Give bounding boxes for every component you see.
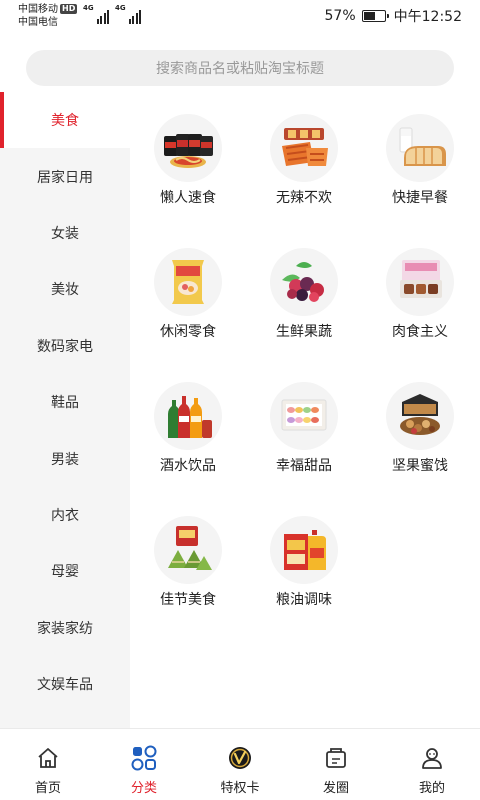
category-item[interactable]: 生鲜果蔬 — [246, 248, 362, 342]
category-item[interactable]: 坚果蜜饯 — [362, 382, 478, 476]
category-label: 肉食主义 — [392, 324, 448, 340]
network-type-2: 4G — [115, 4, 126, 12]
category-label: 无辣不欢 — [276, 190, 332, 206]
app-root: 中国移动 HD 中国电信 4G 4G 57% 中午12:52 搜索商品名或粘贴淘宝… — [0, 0, 480, 800]
category-label: 懒人速食 — [160, 190, 216, 206]
subcategory-grid: 懒人速食 无辣不欢 快捷早餐 休闲零食 生鲜果蔬 肉食主义 酒水饮品 幸福甜品 … — [130, 114, 480, 610]
sidebar-item[interactable]: 居家日用 — [0, 148, 130, 204]
zongzi-icon — [154, 516, 222, 584]
berries-icon — [270, 248, 338, 316]
battery-percent: 57% — [324, 8, 356, 24]
sidebar-item-label: 男装 — [51, 451, 79, 468]
category-item[interactable]: 快捷早餐 — [362, 114, 478, 208]
tab-category-grid[interactable]: 分类 — [96, 729, 192, 800]
category-label: 幸福甜品 — [276, 458, 332, 474]
tab-label: 首页 — [34, 781, 61, 796]
signal-icon: 4G — [83, 4, 109, 24]
sidebar-item[interactable]: 文娱车品 — [0, 656, 130, 712]
tab-vip-card[interactable]: 特权卡 — [192, 729, 288, 800]
category-item[interactable]: 休闲零食 — [130, 248, 246, 342]
sidebar-item-label: 文娱车品 — [37, 677, 93, 694]
bread-milk-icon — [386, 114, 454, 182]
category-label: 粮油调味 — [276, 592, 332, 608]
sidebar-item[interactable]: 男装 — [0, 430, 130, 486]
bottom-tab-bar: 首页 分类 特权卡 发圈 我的 — [0, 728, 480, 800]
category-label: 生鲜果蔬 — [276, 324, 332, 340]
sidebar-item-label: 美妆 — [51, 282, 79, 299]
category-item[interactable]: 懒人速食 — [130, 114, 246, 208]
category-label: 坚果蜜饯 — [392, 458, 448, 474]
home-icon — [35, 745, 61, 771]
nut-gift-box-icon — [386, 382, 454, 450]
category-item[interactable]: 肉食主义 — [362, 248, 478, 342]
category-label: 休闲零食 — [160, 324, 216, 340]
sidebar-item-label: 美食 — [51, 113, 79, 130]
status-bar: 中国移动 HD 中国电信 4G 4G 57% 中午12:52 — [0, 0, 480, 32]
battery-icon — [361, 10, 389, 22]
category-item[interactable]: 佳节美食 — [130, 516, 246, 610]
signal-indicators: 4G 4G — [83, 4, 141, 24]
status-right: 57% 中午12:52 — [325, 6, 462, 26]
snack-bag-icon — [154, 248, 222, 316]
tab-share-circle[interactable]: 发圈 — [288, 729, 384, 800]
macaron-box-icon — [270, 382, 338, 450]
tab-home[interactable]: 首页 — [0, 729, 96, 800]
rice-oil-icon — [270, 516, 338, 584]
spicy-snack-icon — [270, 114, 338, 182]
sidebar-item-label: 女装 — [51, 225, 79, 242]
tab-label: 分类 — [130, 781, 157, 796]
tab-label: 发圈 — [322, 781, 349, 796]
sidebar-item-label: 鞋品 — [51, 395, 79, 412]
sidebar-item[interactable]: 美食 — [0, 92, 130, 149]
carrier-1: 中国移动 — [18, 4, 58, 15]
sidebar-item-label: 居家日用 — [37, 169, 93, 186]
sidebar-item[interactable]: 家装家纺 — [0, 600, 130, 656]
profile-icon — [419, 745, 445, 771]
sidebar-item-label: 内衣 — [51, 507, 79, 524]
share-circle-icon — [323, 745, 349, 771]
sidebar-item[interactable]: 母婴 — [0, 543, 130, 599]
battery-fill — [363, 12, 376, 20]
category-item[interactable]: 无辣不欢 — [246, 114, 362, 208]
drink-bottles-icon — [154, 382, 222, 450]
instant-noodles-icon — [154, 114, 222, 182]
tab-label: 我的 — [418, 781, 445, 796]
network-type-1: 4G — [83, 4, 94, 12]
sidebar-item[interactable]: 鞋品 — [0, 374, 130, 430]
hd-badge: HD — [60, 4, 78, 14]
sidebar-item[interactable]: 美妆 — [0, 261, 130, 317]
tab-profile[interactable]: 我的 — [384, 729, 480, 800]
category-label: 快捷早餐 — [392, 190, 448, 206]
clock: 中午12:52 — [393, 9, 462, 25]
subcategory-panel: 懒人速食 无辣不欢 快捷早餐 休闲零食 生鲜果蔬 肉食主义 酒水饮品 幸福甜品 … — [130, 92, 480, 728]
category-label: 酒水饮品 — [160, 458, 216, 474]
sidebar-item[interactable]: 数码家电 — [0, 318, 130, 374]
sidebar-item-label: 数码家电 — [37, 338, 93, 355]
category-sidebar: 美食居家日用女装美妆数码家电鞋品男装内衣母婴家装家纺文娱车品 — [0, 92, 130, 728]
search-input[interactable]: 搜索商品名或粘贴淘宝标题 — [26, 50, 454, 86]
category-label: 佳节美食 — [160, 592, 216, 608]
sidebar-item[interactable]: 女装 — [0, 205, 130, 261]
category-item[interactable]: 粮油调味 — [246, 516, 362, 610]
carrier-info: 中国移动 HD 中国电信 — [18, 3, 78, 29]
category-item[interactable]: 幸福甜品 — [246, 382, 362, 476]
sidebar-item[interactable]: 内衣 — [0, 487, 130, 543]
category-item[interactable]: 酒水饮品 — [130, 382, 246, 476]
vip-card-icon — [227, 745, 253, 771]
meat-box-icon — [386, 248, 454, 316]
search-placeholder: 搜索商品名或粘贴淘宝标题 — [156, 61, 324, 77]
category-grid-icon — [131, 745, 157, 771]
tab-label: 特权卡 — [220, 781, 260, 796]
sidebar-item-label: 母婴 — [51, 564, 79, 581]
sidebar-item-label: 家装家纺 — [37, 620, 93, 637]
signal-icon: 4G — [115, 4, 141, 24]
carrier-2: 中国电信 — [18, 17, 58, 28]
